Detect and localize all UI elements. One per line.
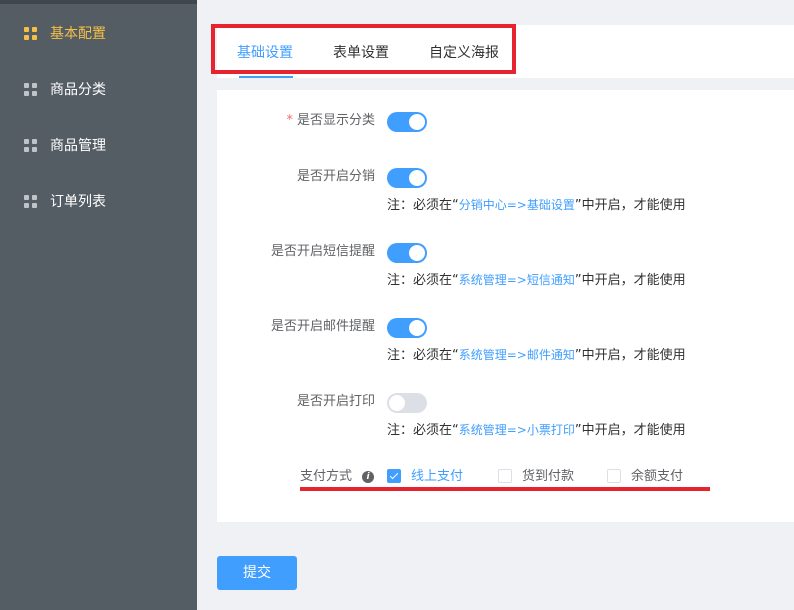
distribution-note: 注：必须在“分销中心=>基础设置”中开启，才能使用: [387, 198, 686, 213]
sidebar-item-product-category[interactable]: 商品分类: [0, 75, 197, 105]
sms-switch[interactable]: [387, 243, 427, 263]
switch-knob: [409, 320, 425, 336]
print-note-link[interactable]: 系统管理=>小票打印: [459, 423, 575, 437]
sidebar-item-label: 订单列表: [50, 194, 106, 210]
print-switch[interactable]: [387, 393, 427, 413]
info-icon: i: [362, 471, 374, 483]
grid-icon: [24, 83, 37, 96]
switch-knob: [409, 245, 425, 261]
payment-option-label: 线上支付: [411, 469, 464, 484]
show-category-switch[interactable]: [387, 112, 427, 132]
tab-custom-poster[interactable]: 自定义海报: [429, 44, 499, 62]
grid-icon: [24, 139, 37, 152]
sidebar-item-product-management[interactable]: 商品管理: [0, 131, 197, 161]
payment-option-label: 货到付款: [522, 469, 575, 484]
payment-highlight-underline: [300, 487, 710, 491]
email-note: 注：必须在“系统管理=>邮件通知”中开启，才能使用: [387, 348, 686, 363]
grid-icon: [24, 27, 37, 40]
payment-method-label: 支付方式: [300, 469, 353, 484]
tabs-bar: 基础设置 表单设置 自定义海报: [217, 25, 794, 78]
distribution-switch[interactable]: [387, 168, 427, 188]
print-note: 注：必须在“系统管理=>小票打印”中开启，才能使用: [387, 423, 686, 438]
sms-note-link[interactable]: 系统管理=>短信通知: [459, 273, 575, 287]
submit-button[interactable]: 提交: [217, 556, 297, 590]
required-mark: *: [286, 113, 293, 128]
tab-form-settings[interactable]: 表单设置: [333, 44, 389, 62]
email-note-link[interactable]: 系统管理=>邮件通知: [459, 348, 575, 362]
sms-label: 是否开启短信提醒: [270, 244, 375, 259]
settings-form: * 是否显示分类 是否开启分销 注：必须在“分销中心=>基础设置”中开启，才能使用…: [217, 90, 794, 522]
checkbox-icon[interactable]: [607, 469, 621, 483]
sidebar-item-order-list[interactable]: 订单列表: [0, 187, 197, 217]
sidebar-item-label: 商品分类: [50, 82, 106, 98]
tab-basic-settings[interactable]: 基础设置: [237, 44, 293, 62]
print-label: 是否开启打印: [296, 394, 375, 409]
sidebar-item-label: 基本配置: [50, 26, 106, 42]
checkbox-icon[interactable]: [498, 469, 512, 483]
switch-knob: [409, 114, 425, 130]
email-switch[interactable]: [387, 318, 427, 338]
payment-option-label: 余额支付: [631, 469, 684, 484]
sidebar-item-label: 商品管理: [50, 138, 106, 154]
switch-knob: [389, 395, 405, 411]
sidebar: 基本配置 商品分类 商品管理 订单列表: [0, 0, 197, 610]
grid-icon: [24, 195, 37, 208]
switch-knob: [409, 170, 425, 186]
sms-note: 注：必须在“系统管理=>短信通知”中开启，才能使用: [387, 273, 686, 288]
distribution-note-link[interactable]: 分销中心=>基础设置: [459, 198, 575, 212]
email-label: 是否开启邮件提醒: [270, 319, 375, 334]
distribution-label: 是否开启分销: [296, 169, 375, 184]
active-tab-indicator: [239, 76, 293, 78]
show-category-label: * 是否显示分类: [286, 113, 375, 128]
sidebar-item-basic-config[interactable]: 基本配置: [0, 19, 197, 49]
sidebar-top-strip: [0, 0, 197, 4]
checkbox-checked-icon[interactable]: [387, 469, 401, 483]
